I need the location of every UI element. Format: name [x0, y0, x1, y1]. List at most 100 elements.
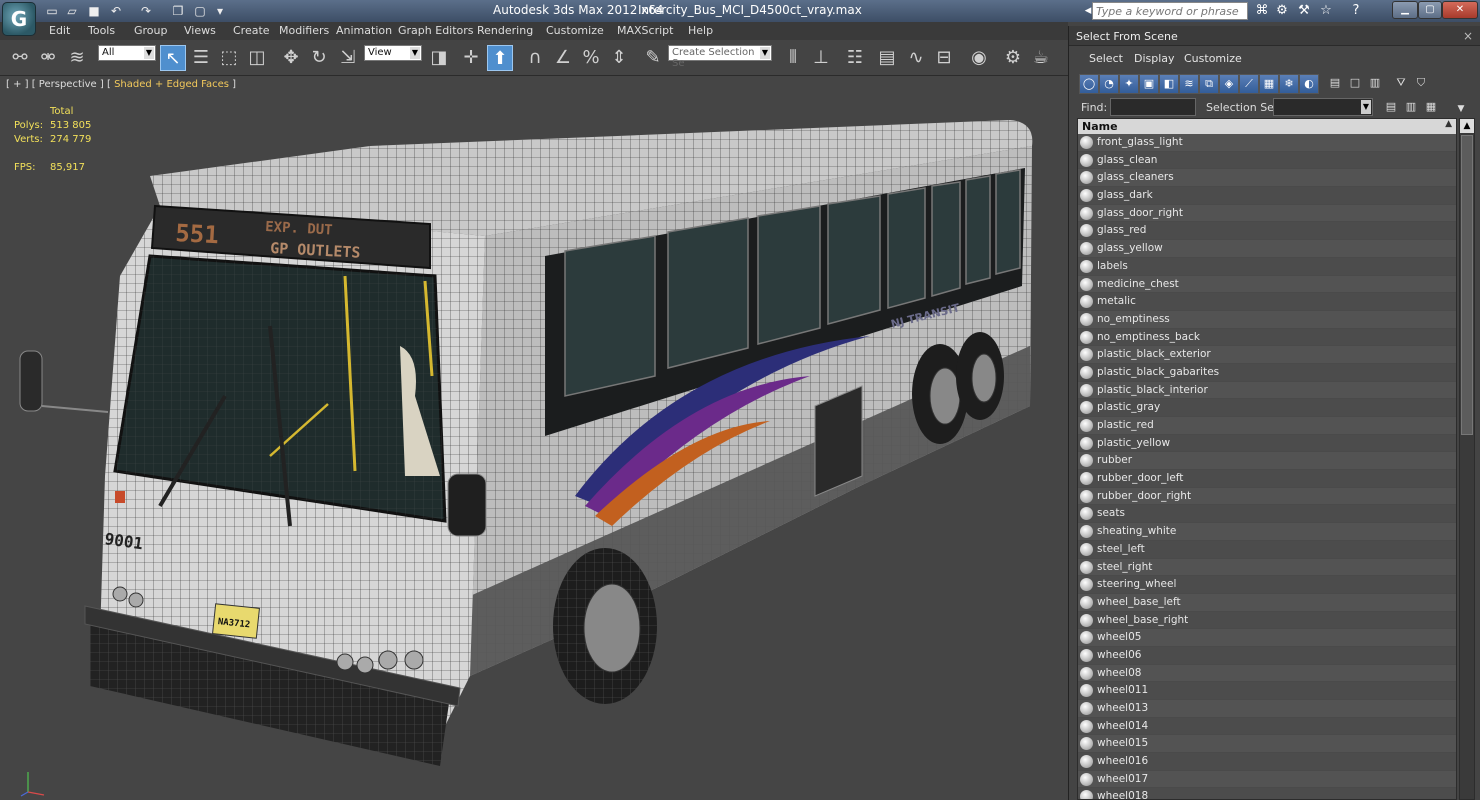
- display-helpers-icon[interactable]: ◧: [1159, 74, 1179, 94]
- undo-icon[interactable]: ↶: [108, 3, 124, 19]
- display-space-warps-icon[interactable]: ≋: [1179, 74, 1199, 94]
- pivot-center-icon[interactable]: ◨: [426, 45, 452, 71]
- list-item[interactable]: wheel05: [1078, 629, 1456, 647]
- list-item[interactable]: glass_cleaners: [1078, 169, 1456, 188]
- menu-maxscript[interactable]: MAXScript: [617, 24, 673, 37]
- display-geometry-icon[interactable]: ◯: [1079, 74, 1099, 94]
- percent-snap-icon[interactable]: %: [578, 45, 604, 71]
- list-item[interactable]: plastic_yellow: [1078, 434, 1456, 453]
- dialog-menu-select[interactable]: Select: [1089, 52, 1123, 65]
- close-window-button[interactable]: ✕: [1442, 1, 1478, 19]
- app-logo-icon[interactable]: G: [2, 2, 36, 36]
- list-item[interactable]: wheel015: [1078, 735, 1456, 754]
- snaps-toggle-icon[interactable]: ∩: [522, 45, 548, 71]
- display-hidden-icon[interactable]: ◐: [1299, 74, 1319, 94]
- list-item[interactable]: front_glass_light: [1078, 134, 1456, 152]
- display-all-icon[interactable]: ▤: [1325, 74, 1345, 94]
- list-item[interactable]: plastic_black_interior: [1078, 381, 1456, 400]
- mirror-icon[interactable]: ⫴: [780, 45, 806, 71]
- list-item[interactable]: steel_left: [1078, 540, 1456, 559]
- display-containers-icon[interactable]: ▦: [1259, 74, 1279, 94]
- dialog-menu-customize[interactable]: Customize: [1184, 52, 1242, 65]
- menu-tools[interactable]: Tools: [88, 24, 115, 37]
- quick-access-dropdown-icon[interactable]: ▾: [212, 3, 228, 19]
- column-header-name[interactable]: Name ▲: [1078, 119, 1456, 134]
- list-item[interactable]: plastic_black_gabarites: [1078, 363, 1456, 382]
- display-lights-icon[interactable]: ✦: [1119, 74, 1139, 94]
- list-item[interactable]: wheel016: [1078, 753, 1456, 771]
- filter-icon[interactable]: ⛛: [1391, 74, 1411, 94]
- move-icon[interactable]: ✥: [278, 45, 304, 71]
- display-bones-icon[interactable]: ⟋: [1239, 74, 1259, 94]
- list-item[interactable]: medicine_chest: [1078, 275, 1456, 294]
- subscription-icon[interactable]: ⚙: [1274, 3, 1290, 19]
- list-item[interactable]: plastic_red: [1078, 417, 1456, 435]
- display-xrefs-icon[interactable]: ◈: [1219, 74, 1239, 94]
- spinner-snap-icon[interactable]: ⇕: [606, 45, 632, 71]
- list-item[interactable]: glass_clean: [1078, 151, 1456, 170]
- options-dropdown-icon[interactable]: ▼: [1451, 100, 1471, 120]
- project-folder-icon[interactable]: ▢: [192, 3, 208, 19]
- hold-icon[interactable]: ❐: [170, 3, 186, 19]
- display-none-icon[interactable]: □: [1345, 74, 1365, 94]
- list-item[interactable]: rubber_door_left: [1078, 470, 1456, 488]
- graphite-ribbon-icon[interactable]: ▤: [874, 45, 900, 71]
- reference-coordinate-dropdown[interactable]: View ▼: [364, 45, 422, 61]
- list-item[interactable]: seats: [1078, 505, 1456, 524]
- list-item[interactable]: wheel08: [1078, 664, 1456, 683]
- list-item[interactable]: wheel018: [1078, 788, 1456, 799]
- schematic-view-icon[interactable]: ⊟: [931, 45, 957, 71]
- menu-customize[interactable]: Customize: [546, 24, 604, 37]
- keyboard-shortcut-override-icon[interactable]: ⬆: [487, 45, 513, 71]
- display-shapes-icon[interactable]: ◔: [1099, 74, 1119, 94]
- save-file-icon[interactable]: ■: [86, 3, 102, 19]
- scale-icon[interactable]: ⇲: [335, 45, 361, 71]
- list-item[interactable]: rubber: [1078, 452, 1456, 471]
- window-crossing-icon[interactable]: ◫: [244, 45, 270, 71]
- list-item[interactable]: wheel011: [1078, 682, 1456, 700]
- list-item[interactable]: glass_dark: [1078, 187, 1456, 205]
- display-groups-icon[interactable]: ⧉: [1199, 74, 1219, 94]
- angle-snap-icon[interactable]: ∠: [550, 45, 576, 71]
- display-cameras-icon[interactable]: ▣: [1139, 74, 1159, 94]
- perspective-viewport[interactable]: 551 EXP. DUT GP OUTLETS NJ TRANSIT 9001 …: [0, 76, 1068, 800]
- display-frozen-icon[interactable]: ❄: [1279, 74, 1299, 94]
- help-search-input[interactable]: Type a keyword or phrase: [1092, 2, 1248, 20]
- redo-icon[interactable]: ↷: [138, 3, 154, 19]
- layer-manager-icon[interactable]: ☷: [842, 45, 868, 71]
- list-item[interactable]: glass_door_right: [1078, 204, 1456, 223]
- curve-editor-icon[interactable]: ∿: [903, 45, 929, 71]
- scroll-thumb[interactable]: [1461, 135, 1473, 435]
- named-selection-dropdown[interactable]: Create Selection Se ▼: [668, 45, 772, 69]
- communication-icon[interactable]: ⚒: [1296, 3, 1312, 19]
- list-item[interactable]: no_emptiness_back: [1078, 328, 1456, 347]
- dialog-menu-display[interactable]: Display: [1134, 52, 1175, 65]
- material-editor-icon[interactable]: ◉: [966, 45, 992, 71]
- menu-rendering[interactable]: Rendering: [477, 24, 533, 37]
- save-selection-set-icon[interactable]: ▤: [1381, 98, 1401, 118]
- list-item[interactable]: wheel_base_left: [1078, 593, 1456, 612]
- viewport-shading-mode[interactable]: Shaded + Edged Faces: [114, 79, 229, 90]
- select-manipulate-icon[interactable]: ✛: [458, 45, 484, 71]
- list-item[interactable]: wheel017: [1078, 770, 1456, 789]
- render-setup-icon[interactable]: ⚙: [1000, 45, 1026, 71]
- list-item[interactable]: plastic_gray: [1078, 399, 1456, 417]
- rectangular-selection-icon[interactable]: ⬚: [216, 45, 242, 71]
- viewport-label[interactable]: [ + ] [ Perspective ] [ Shaded + Edged F…: [6, 79, 236, 90]
- list-item[interactable]: plastic_black_exterior: [1078, 346, 1456, 364]
- menu-edit[interactable]: Edit: [49, 24, 70, 37]
- list-item[interactable]: labels: [1078, 257, 1456, 276]
- close-icon[interactable]: ×: [1461, 29, 1475, 43]
- render-frame-icon[interactable]: ☕: [1028, 45, 1054, 71]
- display-invert-icon[interactable]: ▥: [1365, 74, 1385, 94]
- binoculars-icon[interactable]: ⌘: [1254, 3, 1270, 19]
- list-item[interactable]: wheel_base_right: [1078, 611, 1456, 630]
- list-item[interactable]: no_emptiness: [1078, 310, 1456, 329]
- scroll-up-icon[interactable]: ▲: [1460, 119, 1474, 133]
- select-dependents-icon[interactable]: ▥: [1401, 98, 1421, 118]
- menu-graph-editors[interactable]: Graph Editors: [398, 24, 474, 37]
- minimize-button[interactable]: ▁: [1392, 1, 1418, 19]
- find-input[interactable]: [1110, 98, 1196, 116]
- list-item[interactable]: glass_red: [1078, 222, 1456, 241]
- list-item[interactable]: wheel014: [1078, 717, 1456, 736]
